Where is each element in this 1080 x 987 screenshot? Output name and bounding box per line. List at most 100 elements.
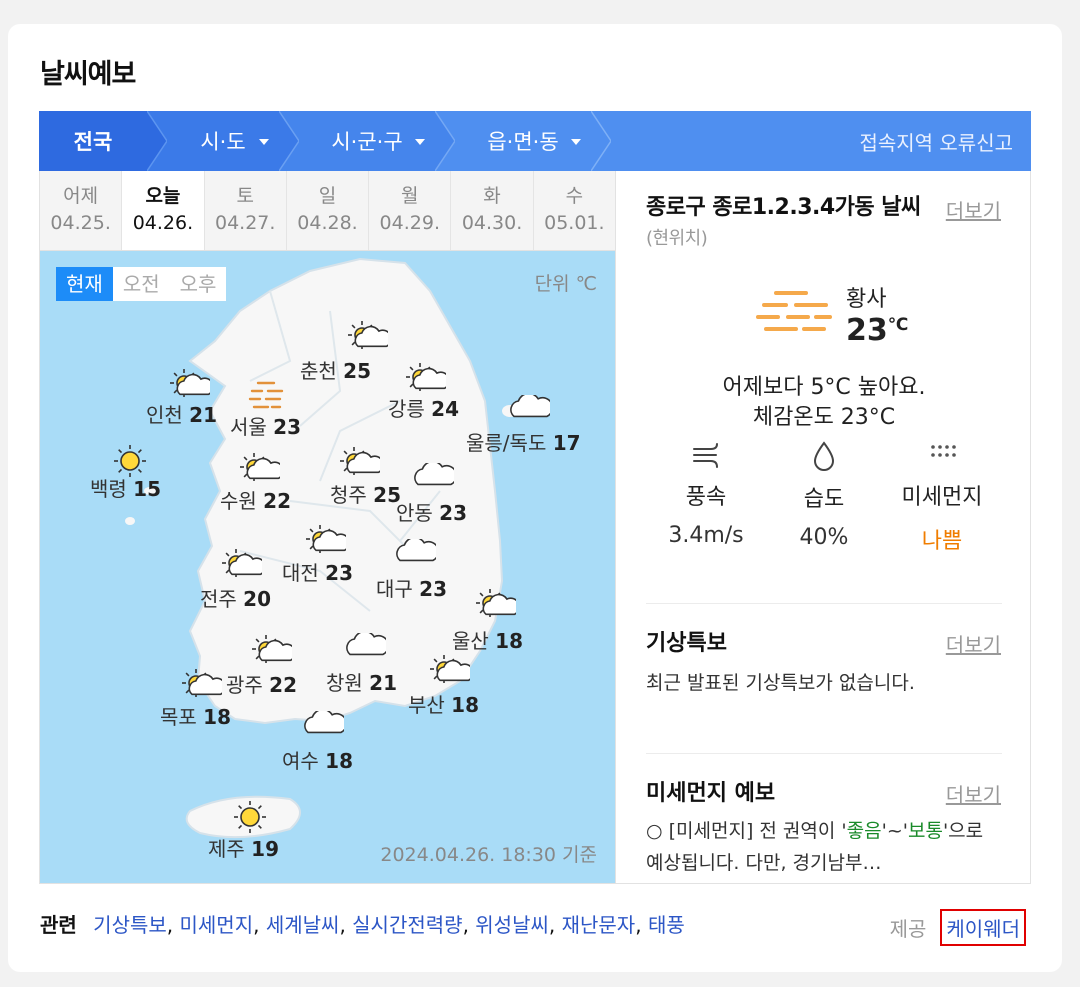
city-name: 여수	[282, 749, 326, 773]
day-date: 04.28.	[297, 212, 358, 234]
chevron-down-icon	[571, 139, 581, 145]
day-name: 어제	[63, 185, 99, 207]
city-label[interactable]: 대전 23	[282, 557, 353, 586]
time-tab-am[interactable]: 오전	[113, 267, 170, 301]
city-name: 부산	[408, 693, 452, 717]
cloud-icon	[510, 392, 554, 431]
current-more-link[interactable]: 더보기	[946, 195, 1001, 224]
dust-forecast-text: ○ [미세먼지] 전 권역이 '좋음'~'보통'으로 예상됩니다. 다만, 경기…	[646, 815, 1006, 879]
yellow-dust-icon	[756, 291, 832, 331]
day-date: 04.30.	[461, 212, 523, 234]
dust-text-before: ○ [미세먼지] 전 권역이 '	[646, 820, 847, 842]
city-name: 백령	[90, 477, 134, 501]
city-temp: 18	[325, 749, 354, 773]
city-label[interactable]: 서울 23	[230, 411, 301, 440]
day-tab-tue[interactable]: 화 04.30.	[451, 171, 534, 250]
temp-value: 23	[846, 313, 888, 348]
unit-label: 단위 ℃	[534, 273, 597, 295]
provider-kweather-link[interactable]: 케이웨더	[940, 909, 1026, 946]
current-condition: 황사	[846, 287, 887, 312]
city-label[interactable]: 울산 18	[452, 625, 523, 654]
dust-normal: 보통	[907, 820, 943, 842]
nav-separator-icon	[591, 111, 611, 171]
time-tab-now[interactable]: 현재	[56, 267, 113, 301]
wind-label: 풍속	[685, 485, 727, 510]
divider	[646, 603, 1002, 604]
nav-all-button[interactable]: 전국	[39, 111, 167, 171]
nav-sido-label: 시·도	[200, 130, 246, 154]
city-name: 제주	[208, 837, 252, 861]
day-date: 05.01.	[544, 212, 605, 234]
cloud-icon	[396, 536, 440, 575]
city-label[interactable]: 인천 21	[146, 399, 217, 428]
link-satellite-weather[interactable]: 위성날씨	[475, 913, 549, 937]
link-world-weather[interactable]: 세계날씨	[266, 913, 340, 937]
city-label[interactable]: 여수 18	[282, 745, 353, 774]
city-label[interactable]: 울릉/독도 17	[466, 427, 581, 456]
link-weather-warning[interactable]: 기상특보	[93, 913, 167, 937]
fine-dust-value: 나쁨	[921, 529, 963, 554]
day-tab-yesterday[interactable]: 어제 04.25.	[40, 171, 123, 250]
link-fine-dust[interactable]: 미세먼지	[180, 913, 254, 937]
location-name: 종로구 종로1.2.3.4가동 날씨	[646, 195, 921, 220]
wind-value: 3.4m/s	[668, 523, 744, 548]
city-temp: 23	[273, 415, 302, 439]
city-label[interactable]: 전주 20	[200, 583, 271, 612]
feels-like: 체감온도 23°C	[752, 405, 896, 430]
city-temp: 18	[495, 629, 524, 653]
nav-eupmyeondong-dropdown[interactable]: 읍·면·동	[435, 111, 611, 171]
dust-good: 좋음	[846, 820, 882, 842]
day-date: 04.27.	[214, 212, 276, 234]
city-temp: 18	[451, 693, 480, 717]
day-date: 04.25.	[50, 212, 111, 234]
day-tab-wed[interactable]: 수 05.01.	[534, 171, 615, 250]
wind-stat: 풍속 3.4m/s	[646, 441, 766, 548]
city-label[interactable]: 안동 23	[396, 497, 467, 526]
day-name: 일	[318, 185, 337, 207]
city-name: 광주	[226, 673, 270, 697]
city-label[interactable]: 청주 25	[330, 479, 401, 508]
weather-card: 날씨예보 전국 시·도 시·군·구 읍·면·동 접속지역 오류신고 어제 04.2…	[8, 24, 1062, 972]
nav-sigungu-label: 시·군·구	[331, 130, 403, 154]
city-label[interactable]: 창원 21	[326, 667, 397, 696]
current-temperature: 23℃	[846, 313, 908, 348]
chevron-down-icon	[415, 139, 425, 145]
time-tab-pm[interactable]: 오후	[170, 267, 227, 301]
city-label[interactable]: 대구 23	[376, 573, 447, 602]
day-tab-sun[interactable]: 일 04.28.	[287, 171, 370, 250]
humidity-stat: 습도 40%	[764, 441, 884, 550]
nav-all-label: 전국	[73, 130, 113, 154]
day-tab-mon[interactable]: 월 04.29.	[369, 171, 452, 250]
link-typhoon[interactable]: 태풍	[648, 913, 685, 937]
fine-dust-label: 미세먼지	[901, 485, 983, 510]
warning-more-link[interactable]: 더보기	[946, 629, 1001, 658]
related-links: 관련 기상특보, 미세먼지, 세계날씨, 실시간전력량, 위성날씨, 재난문자,…	[40, 913, 685, 937]
link-disaster-message[interactable]: 재난문자	[562, 913, 636, 937]
nav-sigungu-dropdown[interactable]: 시·군·구	[279, 111, 455, 171]
city-label[interactable]: 광주 22	[226, 669, 297, 698]
city-label[interactable]: 강릉 24	[388, 393, 459, 422]
city-label[interactable]: 목포 18	[160, 701, 231, 730]
city-name: 안동	[396, 501, 440, 525]
city-label[interactable]: 춘천 25	[300, 355, 371, 384]
wind-icon	[693, 443, 718, 468]
city-temp: 15	[133, 477, 162, 501]
day-tab-sat[interactable]: 토 04.27.	[205, 171, 287, 250]
cloud-icon	[304, 708, 348, 747]
city-name: 울릉/독도	[466, 431, 553, 455]
city-temp: 25	[343, 359, 372, 383]
city-temp: 19	[251, 837, 280, 861]
compare-yesterday: 어제보다 5°C 높아요.	[722, 375, 926, 400]
city-label[interactable]: 백령 15	[90, 473, 161, 502]
city-label[interactable]: 부산 18	[408, 689, 479, 718]
region-error-report-link[interactable]: 접속지역 오류신고	[859, 111, 1013, 171]
dust-forecast-more-link[interactable]: 더보기	[946, 779, 1001, 808]
city-name: 청주	[330, 483, 374, 507]
link-realtime-power[interactable]: 실시간전력량	[352, 913, 462, 937]
city-temp: 22	[269, 673, 298, 697]
city-label[interactable]: 수원 22	[220, 485, 291, 514]
current-weather-panel: 종로구 종로1.2.3.4가동 날씨 (현위치) 더보기 황사 23℃ 어제보다…	[615, 171, 1031, 883]
city-label[interactable]: 제주 19	[208, 833, 279, 862]
day-tab-today[interactable]: 오늘 04.26.	[122, 171, 205, 250]
weather-map: 현재 오전 오후 단위 ℃ 2024.04.26. 18:30 기준 춘천 25…	[40, 251, 615, 883]
